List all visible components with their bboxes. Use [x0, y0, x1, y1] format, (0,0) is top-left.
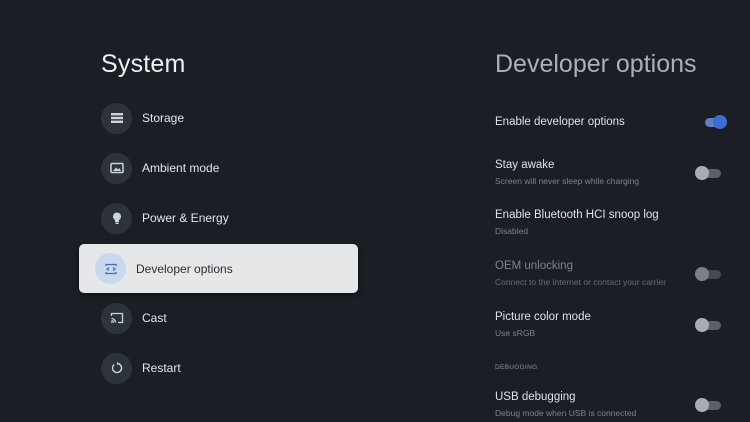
section-label-debugging: DEBUGGING [495, 364, 538, 371]
menu-label-developer-options: Developer options [136, 261, 233, 276]
storage-icon [101, 102, 132, 134]
toggle-oem-unlocking [695, 267, 721, 281]
menu-label-storage: Storage [142, 111, 185, 125]
toggle-enable-developer-options[interactable] [701, 115, 727, 129]
toggle-usb-debugging[interactable] [695, 398, 721, 412]
menu-label-cast: Cast [142, 311, 167, 325]
menu-label-ambient-mode: Ambient mode [142, 161, 220, 175]
cast-icon [101, 302, 132, 334]
ambient-mode-icon [101, 152, 132, 184]
developer-options-icon [95, 253, 126, 284]
setting-title: Enable developer options [495, 116, 625, 128]
system-title: System [101, 50, 186, 78]
setting-bluetooth-hci-snoop[interactable]: Enable Bluetooth HCI snoop log Disabled [495, 209, 730, 236]
menu-label-restart: Restart [142, 361, 181, 375]
menu-item-cast[interactable]: Cast [101, 301, 341, 335]
restart-icon [101, 352, 132, 384]
menu-item-ambient-mode[interactable]: Ambient mode [101, 151, 341, 185]
toggle-stay-awake[interactable] [695, 166, 721, 180]
menu-item-restart[interactable]: Restart [101, 351, 341, 385]
menu-item-developer-options[interactable]: Developer options [79, 244, 358, 293]
menu-item-storage[interactable]: Storage [101, 101, 341, 135]
lightbulb-icon [101, 202, 132, 234]
setting-enable-developer-options[interactable]: Enable developer options [495, 116, 730, 128]
toggle-picture-color-mode[interactable] [695, 318, 721, 332]
menu-item-power-energy[interactable]: Power & Energy [101, 201, 341, 235]
setting-subtitle: Disabled [495, 226, 529, 236]
developer-options-title: Developer options [495, 50, 697, 78]
menu-label-power-energy: Power & Energy [142, 211, 229, 225]
setting-title: Enable Bluetooth HCI snoop log [495, 209, 659, 221]
